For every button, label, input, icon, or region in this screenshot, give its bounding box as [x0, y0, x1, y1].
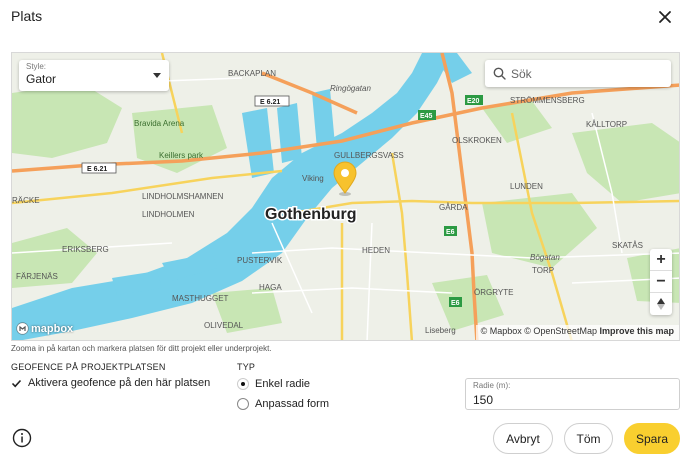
place-label: BACKAPLAN — [228, 69, 276, 78]
map-hint: Zooma in på kartan och markera platsen f… — [11, 344, 272, 353]
road-label: E45 — [420, 113, 433, 120]
place-label: TORP — [532, 266, 554, 275]
place-label: OLIVEDAL — [204, 321, 244, 330]
road-label: E 6.21 — [260, 99, 280, 106]
place-label: STRÖMMENSBERG — [510, 96, 585, 105]
map-search[interactable] — [485, 60, 671, 87]
radius-field[interactable]: Radie (m): — [465, 378, 680, 410]
info-button[interactable] — [12, 428, 32, 448]
road-label: E 6.21 — [87, 166, 107, 173]
mapbox-logo[interactable]: mapbox — [16, 321, 73, 336]
place-label: Ringögatan — [330, 84, 371, 93]
type-heading: TYP — [237, 362, 256, 372]
road-label: E6 — [446, 229, 455, 236]
place-label: GÅRDA — [439, 203, 468, 212]
place-label: Bögatan — [530, 253, 560, 262]
mapbox-logo-icon — [16, 322, 29, 335]
map-canvas[interactable]: Gothenburg BACKAPLAN Ringögatan Bravida … — [12, 53, 680, 341]
radius-input[interactable] — [473, 392, 672, 408]
place-label: MASTHUGGET — [172, 294, 229, 303]
search-icon — [493, 67, 506, 80]
place-label: OLSKROKEN — [452, 136, 502, 145]
map-attribution: © Mapbox © OpenStreetMap Improve this ma… — [475, 325, 679, 340]
place-label: Viking — [302, 174, 324, 183]
place-label: HEDEN — [362, 246, 390, 255]
place-label: RÄCKE — [12, 196, 40, 205]
mapbox-logo-text: mapbox — [31, 322, 74, 335]
chevron-down-icon — [153, 73, 161, 78]
road-label: E6 — [451, 300, 460, 307]
map-city-label: Gothenburg — [265, 206, 357, 223]
place-label: Bravida Arena — [134, 119, 185, 128]
radio-simple-radius[interactable]: Enkel radie — [237, 378, 310, 390]
compass-icon — [657, 298, 665, 310]
info-icon — [12, 428, 32, 448]
attribution-improve[interactable]: Improve this map — [599, 326, 674, 336]
checkmark-icon — [11, 378, 22, 389]
place-label: PUSTERVIK — [237, 256, 283, 265]
save-button[interactable]: Spara — [624, 423, 680, 454]
place-label: LUNDEN — [510, 182, 543, 191]
compass-button[interactable] — [650, 293, 672, 315]
radio-button-checked[interactable] — [237, 378, 249, 390]
map-style-value: Gator — [26, 72, 57, 86]
radio-label: Anpassad form — [255, 398, 329, 410]
close-icon — [659, 11, 671, 23]
radio-custom-shape[interactable]: Anpassad form — [237, 398, 329, 410]
map-zoom-controls: + − — [650, 249, 672, 315]
place-label: Keillers park — [159, 151, 204, 160]
zoom-out-button[interactable]: − — [650, 271, 672, 293]
clear-button[interactable]: Töm — [564, 423, 613, 454]
zoom-in-button[interactable]: + — [650, 249, 672, 271]
place-label: FÄRJENÄS — [16, 272, 58, 281]
place-label: GULLBERGSVASS — [334, 151, 404, 160]
place-label: LINDHOLMEN — [142, 210, 195, 219]
place-label: SKATÅS — [612, 241, 643, 250]
geofence-checkbox-label: Aktivera geofence på den här platsen — [28, 377, 211, 389]
place-label: LINDHOLMSHAMNEN — [142, 192, 224, 201]
map[interactable]: Gothenburg BACKAPLAN Ringögatan Bravida … — [11, 52, 680, 341]
dialog-title: Plats — [11, 8, 43, 24]
cancel-button[interactable]: Avbryt — [493, 423, 553, 454]
map-search-input[interactable] — [511, 63, 661, 84]
radio-button[interactable] — [237, 398, 249, 410]
close-button[interactable] — [655, 7, 675, 27]
road-label: E20 — [467, 98, 480, 105]
place-label: HAGA — [259, 283, 282, 292]
geofence-checkbox[interactable]: Aktivera geofence på den här platsen — [11, 377, 210, 389]
attribution-mapbox[interactable]: © Mapbox — [481, 326, 522, 336]
map-style-label: Style: — [26, 62, 47, 71]
attribution-osm[interactable]: © OpenStreetMap — [524, 326, 597, 336]
place-label: Liseberg — [425, 326, 456, 335]
place-label: ÖRGRYTE — [474, 288, 513, 297]
place-label: ERIKSBERG — [62, 245, 109, 254]
map-style-select[interactable]: Style: Gator — [19, 60, 169, 91]
place-label: KÅLLTORP — [586, 120, 627, 129]
radio-label: Enkel radie — [255, 378, 311, 390]
radius-label: Radie (m): — [473, 381, 511, 390]
geofence-heading: GEOFENCE PÅ PROJEKTPLATSEN — [11, 362, 166, 372]
